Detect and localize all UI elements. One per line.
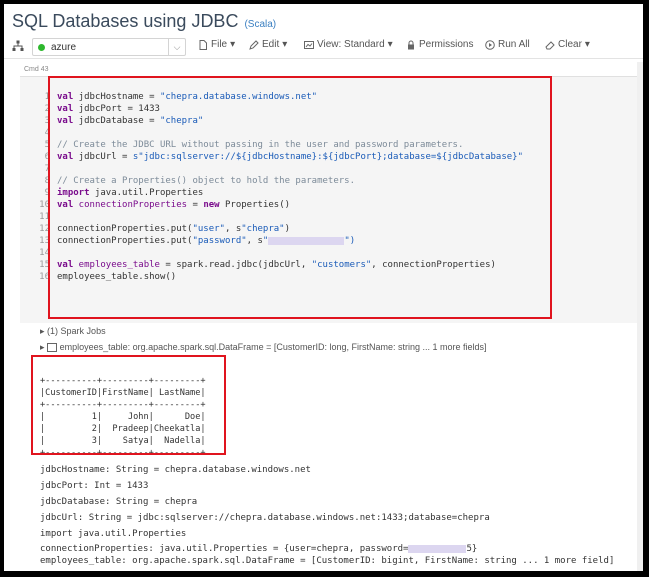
spark-jobs-toggle[interactable]: ▸ (1) Spark Jobs: [40, 326, 106, 337]
view-icon: [304, 40, 314, 49]
redacted-password: [408, 544, 467, 553]
dataframe-info: employees_table: org.apache.spark.sql.Da…: [59, 342, 487, 352]
caret-down-icon: ▾: [282, 39, 288, 50]
line-number: 9: [44, 188, 50, 198]
line-number: 3: [44, 116, 50, 126]
line-number: 1: [44, 92, 50, 102]
table-icon: [47, 343, 58, 353]
spark-jobs-label: (1) Spark Jobs: [47, 326, 106, 336]
cluster-network-icon: [12, 40, 24, 51]
scrollbar[interactable]: [637, 62, 643, 571]
line-number: 6: [44, 152, 50, 162]
notebook-language[interactable]: (Scala): [244, 19, 276, 30]
result-line: jdbcPort: Int = 1433: [40, 481, 149, 491]
clear-menu-label: Clear: [558, 39, 582, 50]
notebook-toolbar: azure ⌵ File ▾ Edit ▾ View: Standard ▾ Perm…: [4, 34, 643, 59]
line-number: 11: [39, 212, 50, 222]
result-line: jdbcDatabase: String = chepra: [40, 497, 198, 507]
result-line: connectionProperties: java.util.Properti…: [40, 544, 477, 554]
line-number: 4: [44, 128, 50, 138]
permissions-button[interactable]: Permissions: [406, 39, 473, 50]
run-all-label: Run All: [498, 39, 530, 50]
chevron-right-icon: ▸: [40, 326, 45, 336]
run-all-button[interactable]: Run All: [485, 39, 530, 50]
permissions-label: Permissions: [419, 39, 474, 50]
caret-down-icon: ▾: [584, 39, 590, 50]
line-number: 2: [44, 104, 50, 114]
edit-icon: [249, 39, 259, 50]
line-number: 7: [44, 164, 50, 174]
result-text: connectionProperties: java.util.Properti…: [40, 544, 409, 554]
line-number: 5: [44, 140, 50, 150]
code-highlight-box: [48, 76, 552, 319]
line-number: 14: [39, 248, 50, 258]
cell-cmd-label: Cmd 43: [24, 66, 49, 73]
line-number: 10: [39, 200, 50, 210]
line-number: 15: [39, 260, 50, 270]
view-menu[interactable]: View: Standard ▾: [304, 39, 393, 50]
notebook-header: SQL Databases using JDBC (Scala): [12, 11, 276, 33]
clear-menu[interactable]: Clear ▾: [545, 39, 590, 50]
edit-menu-label: Edit: [262, 39, 280, 50]
line-number: 13: [39, 236, 50, 246]
result-line: jdbcUrl: String = jdbc:sqlserver://chepr…: [40, 513, 490, 523]
line-number: 12: [39, 224, 50, 234]
edit-menu[interactable]: Edit ▾: [249, 39, 287, 50]
line-number: 8: [44, 176, 50, 186]
notebook-frame: SQL Databases using JDBC (Scala) azure ⌵…: [4, 4, 643, 571]
caret-down-icon: ▾: [387, 39, 393, 50]
file-menu-label: File: [211, 39, 228, 50]
result-text: 5}: [466, 544, 478, 554]
cluster-name: azure: [51, 41, 77, 53]
result-line: import java.util.Properties: [40, 529, 187, 539]
caret-down-icon: ▾: [230, 39, 236, 50]
result-line: employees_table: org.apache.spark.sql.Da…: [40, 556, 615, 566]
cluster-status-dot: [38, 43, 45, 51]
notebook-title[interactable]: SQL Databases using JDBC: [12, 11, 238, 32]
result-line: jdbcHostname: String = chepra.database.w…: [40, 465, 311, 475]
chevron-down-icon[interactable]: ⌵: [168, 39, 185, 55]
chevron-right-icon: ▸: [40, 342, 45, 352]
play-icon: [485, 39, 495, 50]
eraser-icon: [545, 40, 555, 49]
file-menu[interactable]: File ▾: [198, 39, 235, 50]
file-icon: [199, 39, 207, 50]
table-highlight-box: [31, 355, 226, 455]
lock-icon: [408, 40, 414, 49]
line-number: 16: [39, 272, 50, 282]
view-menu-label: View: Standard: [317, 39, 385, 50]
dataframe-schema[interactable]: ▸ employees_table: org.apache.spark.sql.…: [40, 342, 487, 353]
cluster-selector[interactable]: azure ⌵: [32, 38, 186, 56]
